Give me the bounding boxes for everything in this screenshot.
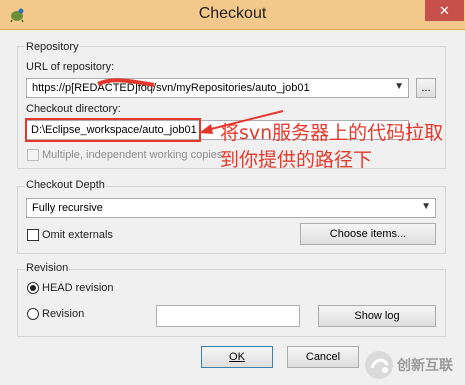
chevron-down-icon: ▼ xyxy=(394,81,404,92)
url-combobox[interactable]: https://p[REDACTED]foq/svn/myRepositorie… xyxy=(26,78,409,98)
checkout-dir-highlight xyxy=(25,118,201,142)
browse-button[interactable]: ... xyxy=(416,78,436,98)
brand-logo-icon xyxy=(365,351,393,379)
show-log-button[interactable]: Show log xyxy=(318,305,436,327)
head-revision-radio[interactable] xyxy=(27,282,39,294)
ok-label: OK xyxy=(229,351,245,363)
brand-text: 创新互联 xyxy=(397,358,453,374)
url-value: https://p[REDACTED]foq/svn/myRepositorie… xyxy=(32,82,310,94)
checkout-dir-label: Checkout directory: xyxy=(26,103,121,115)
multiple-copies-checkbox[interactable] xyxy=(27,149,39,161)
redaction-scribble xyxy=(97,78,155,87)
omit-externals-checkbox[interactable] xyxy=(27,229,39,241)
watermark-logo: 创新互联 xyxy=(363,347,463,383)
window-title: Checkout xyxy=(198,5,267,22)
chevron-down-icon: ▼ xyxy=(421,201,431,212)
omit-externals-label: Omit externals xyxy=(42,229,113,241)
checkout-depth-group-title: Checkout Depth xyxy=(25,179,106,191)
cancel-button[interactable]: Cancel xyxy=(287,346,359,368)
url-label: URL of repository: xyxy=(26,61,115,73)
head-revision-label: HEAD revision xyxy=(42,282,114,294)
annotation-text-line2: 到你提供的路径下 xyxy=(220,149,373,171)
repository-group-title: Repository xyxy=(25,41,80,53)
revision-group-title: Revision xyxy=(25,262,70,274)
choose-items-button[interactable]: Choose items... xyxy=(300,223,436,245)
close-button[interactable]: ✕ xyxy=(425,0,464,21)
radio-selected-dot xyxy=(30,285,36,291)
depth-combobox[interactable]: Fully recursive ▼ xyxy=(26,198,436,218)
title-bar: Checkout ✕ xyxy=(0,0,465,30)
multiple-copies-label: Multiple, independent working copies xyxy=(42,149,223,161)
revision-label: Revision xyxy=(42,308,85,320)
depth-value: Fully recursive xyxy=(32,202,103,214)
annotation-text-line1: 将svn服务器上的代码拉取 xyxy=(220,122,444,144)
revision-input[interactable] xyxy=(156,305,300,327)
ok-button[interactable]: OK xyxy=(201,346,273,368)
revision-radio[interactable] xyxy=(27,308,39,320)
